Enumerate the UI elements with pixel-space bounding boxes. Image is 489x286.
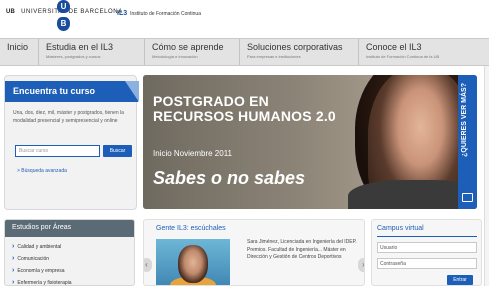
- area-item[interactable]: Enfermería y fisioterapia: [12, 277, 71, 285]
- advanced-search-link[interactable]: > Búsqueda avanzada: [17, 168, 67, 174]
- banner-slogan: Sabes o no sabes: [153, 168, 306, 188]
- see-more-tab[interactable]: ¿QUIERES VER MÁS?: [458, 75, 477, 209]
- next-arrow-icon[interactable]: ›: [358, 258, 364, 272]
- divider: [377, 236, 477, 237]
- see-more-label: ¿QUIERES VER MÁS?: [461, 83, 468, 157]
- main-nav: Inicio Estudia en el IL3 Másteres, postg…: [0, 38, 489, 66]
- testimonials-panel: Gente IL3: escúchales Sara Jiménez, Lice…: [143, 219, 365, 286]
- login-button[interactable]: Entrar: [447, 275, 473, 285]
- testimonial-photo[interactable]: [156, 239, 230, 285]
- find-course-panel: Encuentra tu curso Una, dos, diez, mil, …: [4, 75, 139, 210]
- areas-list: Calidad y ambiental Comunicación Economí…: [12, 241, 72, 285]
- nav-item-soluciones[interactable]: Soluciones corporativas Para empresas e …: [240, 39, 359, 65]
- areas-panel: Estudios por Áreas Calidad y ambiental C…: [4, 219, 135, 286]
- areas-title: Estudios por Áreas: [5, 220, 134, 237]
- nav-item-title: Soluciones corporativas: [247, 42, 343, 52]
- search-input[interactable]: Buscar curso: [15, 145, 100, 157]
- testimonials-title[interactable]: Gente IL3: escúchales: [156, 225, 226, 232]
- area-item[interactable]: Calidad y ambiental: [12, 241, 72, 253]
- search-row: Buscar curso Buscar: [15, 145, 132, 157]
- banner-date: Inicio Noviembre 2011: [153, 149, 233, 158]
- find-course-description: Una, dos, diez, mil, máster y postgrados…: [13, 110, 124, 124]
- nav-item-como-se-aprende[interactable]: Cómo se aprende Metodología e innovación: [145, 39, 240, 65]
- nav-item-title: Conoce el IL3: [366, 42, 422, 52]
- find-course-title: Encuentra tu curso: [5, 81, 139, 102]
- screen-icon: [462, 193, 473, 202]
- nav-item-conoce[interactable]: Conoce el IL3 Instituto de Formación Con…: [359, 39, 489, 65]
- nav-item-subtitle: Másteres, postgrados y cursos: [46, 54, 101, 59]
- ub-seal-top: U: [57, 0, 70, 13]
- nav-item-subtitle: Instituto de Formación Continua de la UB: [366, 54, 440, 59]
- username-field[interactable]: Usuario: [377, 242, 477, 253]
- password-field[interactable]: Contraseña: [377, 258, 477, 269]
- scrollbar[interactable]: [484, 66, 489, 286]
- search-button[interactable]: Buscar: [103, 145, 132, 157]
- nav-item-title: Inicio: [7, 42, 29, 52]
- prev-arrow-icon[interactable]: ‹: [144, 258, 152, 272]
- nav-item-inicio[interactable]: Inicio: [0, 39, 39, 65]
- nav-item-subtitle: Para empresas e instituciones: [247, 54, 301, 59]
- il3-logo[interactable]: IL3 Instituto de Formación Continua: [117, 10, 201, 17]
- area-item[interactable]: Economía y empresa: [12, 265, 72, 277]
- nav-item-estudia[interactable]: Estudia en el IL3 Másteres, postgrados y…: [39, 39, 145, 65]
- testimonial-text: Sara Jiménez, Licenciada en Ingeniería d…: [247, 239, 357, 260]
- ub-seal-bottom: B: [57, 17, 70, 31]
- person-head: [178, 245, 208, 283]
- banner-title: POSTGRADO EN RECURSOS HUMANOS 2.0: [153, 93, 336, 124]
- site-header: UB UNIVERSITAT DE BARCELONA U B IL3 Instit…: [0, 0, 489, 38]
- campus-title: Campus virtual: [377, 225, 424, 232]
- nav-item-subtitle: Metodología e innovación: [152, 54, 198, 59]
- area-item[interactable]: Comunicación: [12, 253, 72, 265]
- nav-item-title: Estudia en el IL3: [46, 42, 114, 52]
- campus-login-panel: Campus virtual Usuario Contraseña Entrar: [371, 219, 482, 286]
- nav-item-title: Cómo se aprende: [152, 42, 224, 52]
- promo-banner[interactable]: POSTGRADO EN RECURSOS HUMANOS 2.0 Inicio…: [143, 75, 477, 209]
